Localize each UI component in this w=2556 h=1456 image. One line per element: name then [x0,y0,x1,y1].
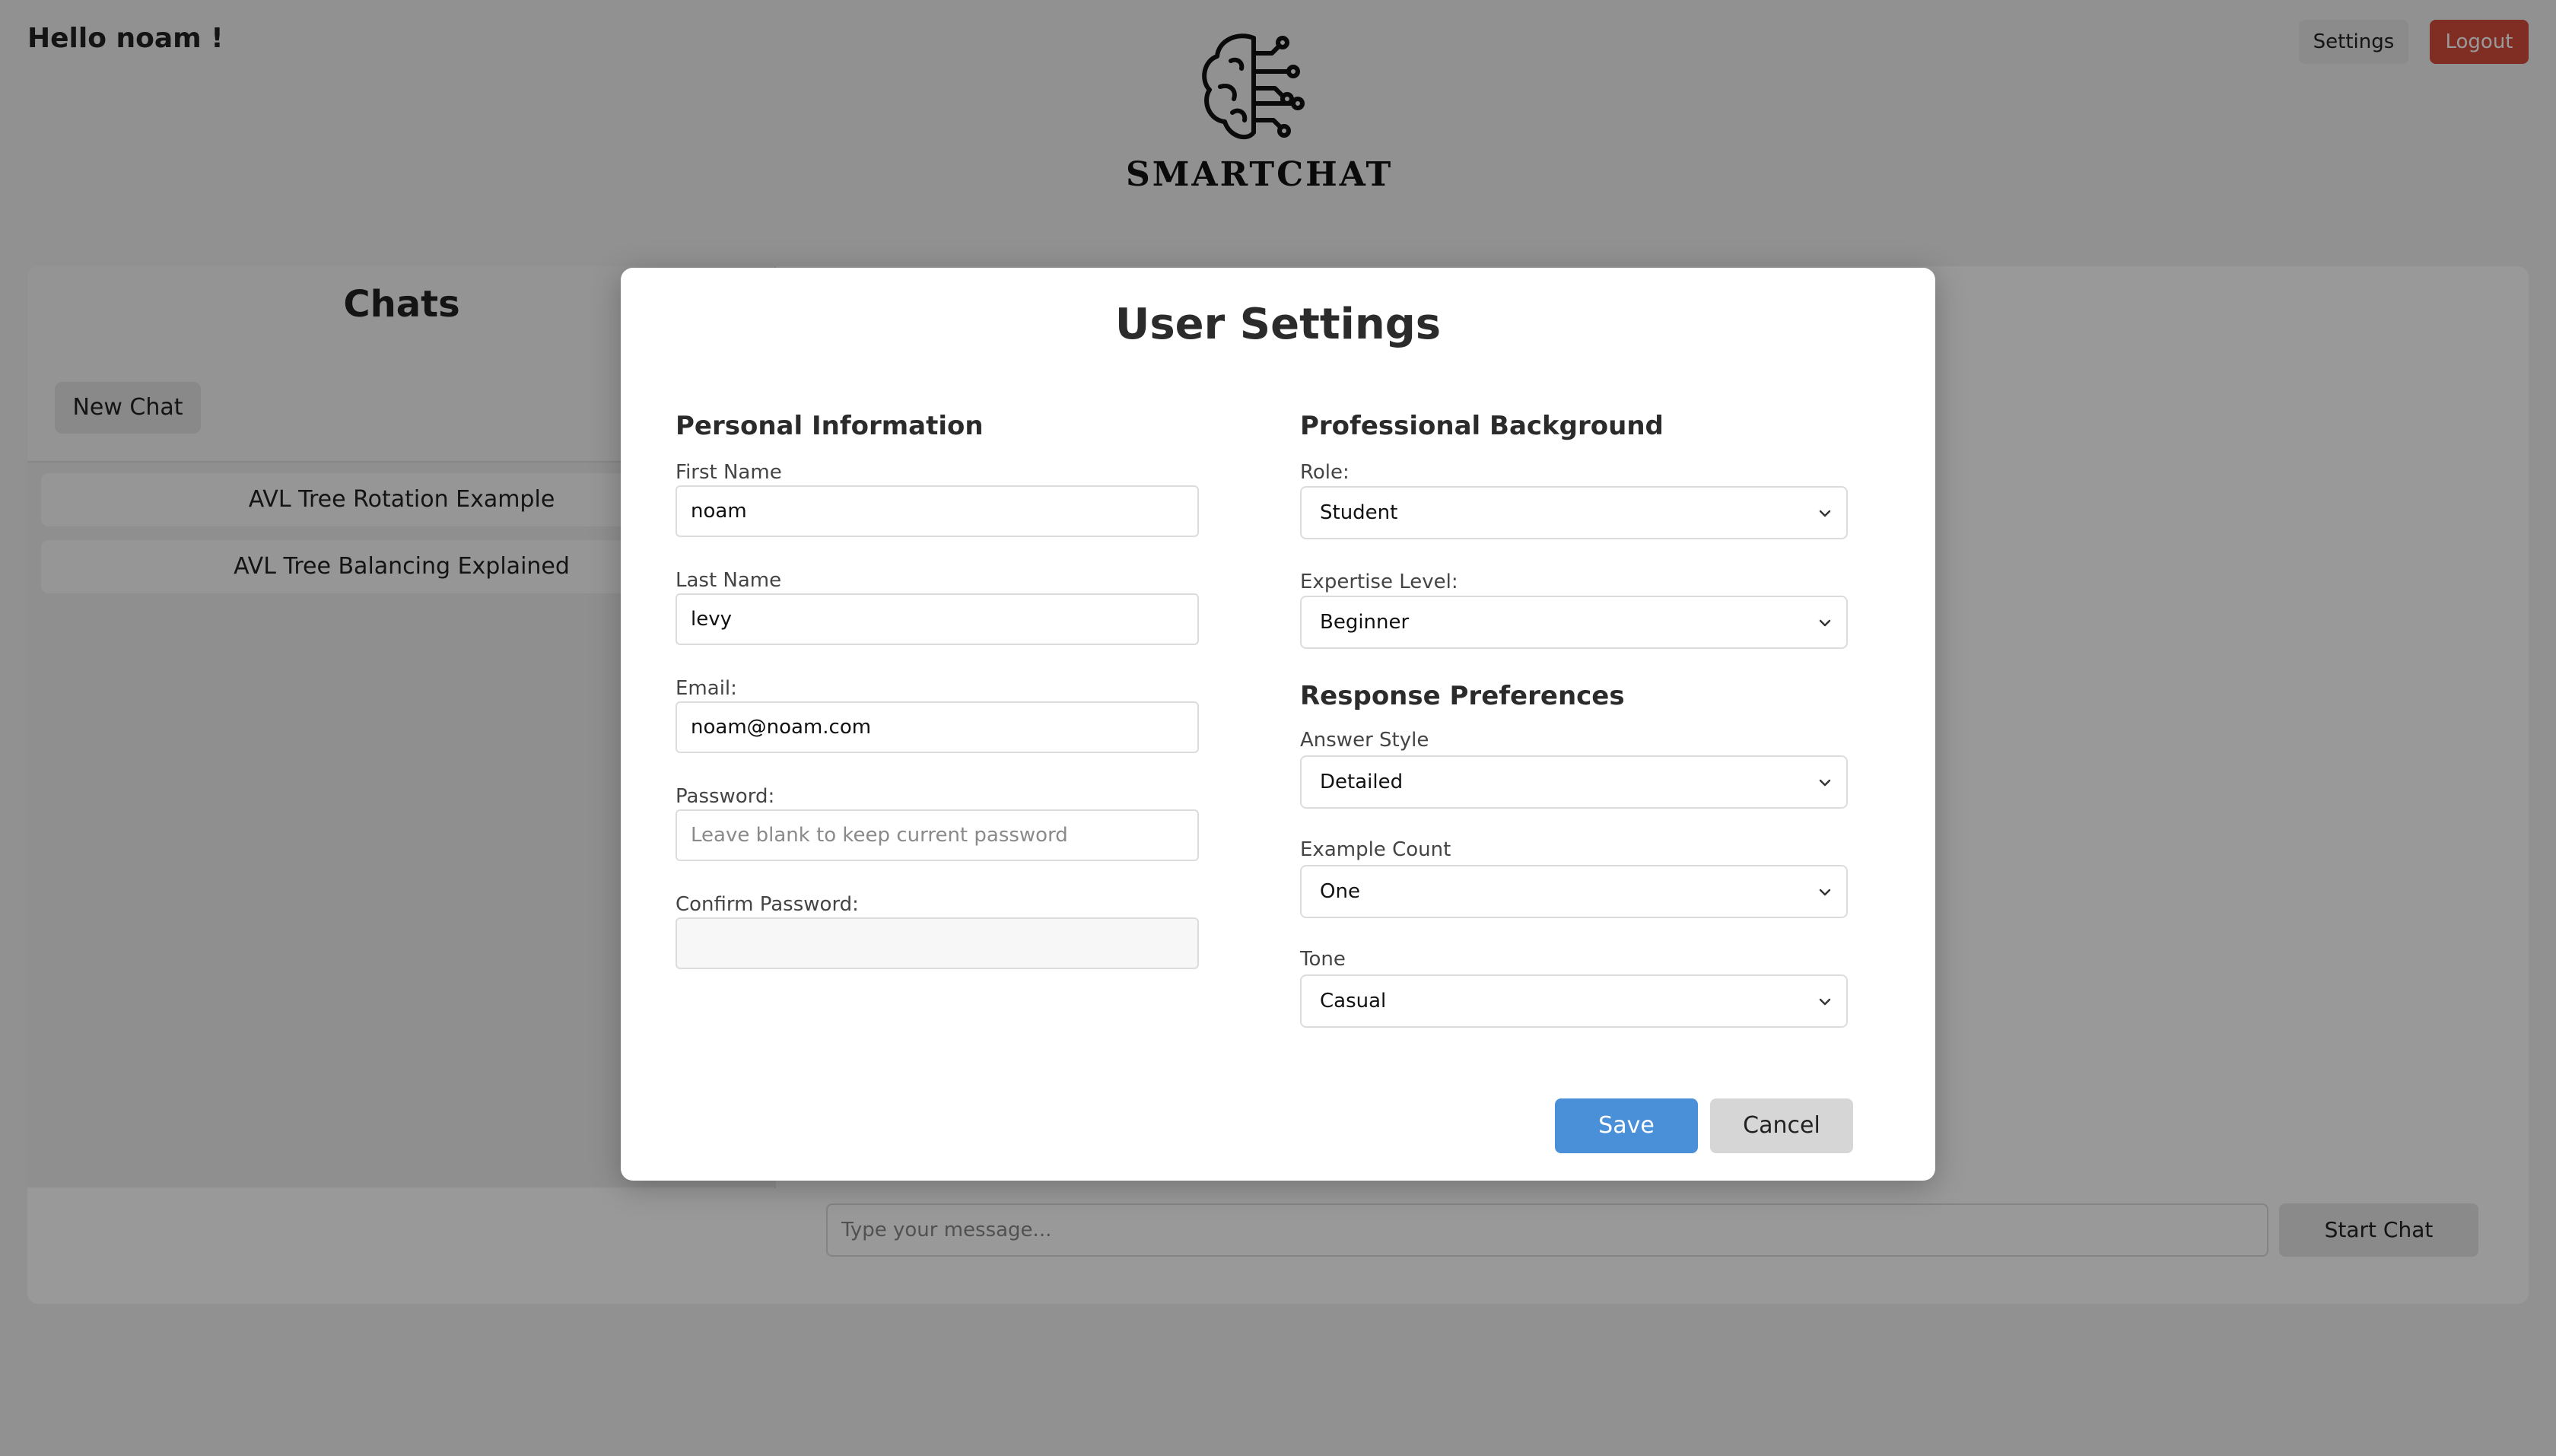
last-name-label: Last Name [676,569,782,592]
expertise-label: Expertise Level: [1300,571,1458,593]
modal-title: User Settings [1114,300,1442,349]
last-name-field[interactable] [676,593,1199,645]
tone-label: Tone [1300,948,1346,971]
chevron-down-icon [1819,998,1831,1006]
email-field[interactable] [676,701,1199,753]
first-name-label: First Name [676,461,782,484]
role-select-value: Student [1320,501,1398,524]
tone-select[interactable]: Casual [1300,974,1848,1028]
save-button[interactable]: Save [1555,1098,1698,1153]
role-select[interactable]: Student [1300,486,1848,539]
password-field[interactable] [676,809,1199,861]
example-count-select-value: One [1320,880,1360,903]
password-label: Password: [676,785,775,808]
user-settings-modal: User Settings Personal Information First… [621,268,1935,1181]
personal-info-heading: Personal Information [676,411,984,441]
cancel-button[interactable]: Cancel [1710,1098,1853,1153]
email-label: Email: [676,677,737,700]
expertise-select[interactable]: Beginner [1300,596,1848,649]
first-name-field[interactable] [676,485,1199,537]
example-count-select[interactable]: One [1300,865,1848,918]
expertise-select-value: Beginner [1320,611,1410,634]
chevron-down-icon [1819,779,1831,787]
professional-background-heading: Professional Background [1300,411,1664,441]
answer-style-label: Answer Style [1300,729,1429,752]
tone-select-value: Casual [1320,990,1387,1013]
chevron-down-icon [1819,889,1831,896]
role-label: Role: [1300,461,1350,484]
confirm-password-field[interactable] [676,917,1199,969]
example-count-label: Example Count [1300,838,1451,861]
chevron-down-icon [1819,619,1831,627]
response-preferences-heading: Response Preferences [1300,681,1625,711]
answer-style-select[interactable]: Detailed [1300,755,1848,809]
confirm-password-label: Confirm Password: [676,893,859,916]
chevron-down-icon [1819,510,1831,517]
answer-style-select-value: Detailed [1320,771,1404,793]
